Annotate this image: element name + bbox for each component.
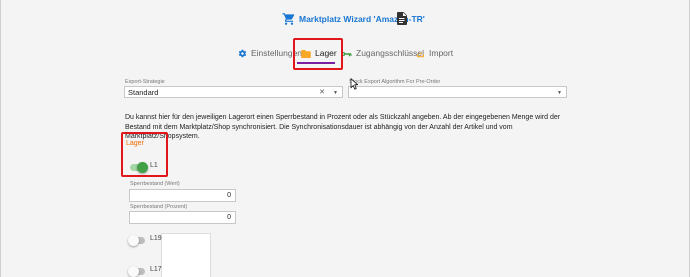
document-icon[interactable] (397, 12, 407, 25)
chevron-down-icon[interactable]: ▼ (557, 90, 562, 96)
location-label-l17: L17 (150, 266, 162, 273)
side-panel (161, 233, 211, 277)
tab-label: Import (429, 48, 454, 58)
location-label-l19: L19 (150, 235, 162, 242)
sperrbestand-prozent-label: Sperrbestand (Prozent) (130, 204, 188, 210)
toggle-knob (128, 266, 139, 277)
app-frame: Marktplatz Wizard 'Amazon-TR' Einstellun… (0, 0, 690, 277)
clear-icon[interactable]: ✕ (319, 88, 325, 96)
toggle-knob (128, 235, 139, 246)
header: Marktplatz Wizard 'Amazon-TR' (1, 10, 690, 30)
export-strategy-label: Export-Strategie (125, 79, 165, 85)
tab-zugangsschluessel[interactable]: Zugangsschlüssel (341, 48, 424, 58)
toggle-l17[interactable] (128, 266, 145, 277)
export-strategy-select[interactable]: Standard ✕ ▼ (124, 86, 343, 98)
sperrbestand-prozent-value: 0 (227, 214, 231, 221)
sperrbestand-prozent-input[interactable]: 0 (129, 211, 236, 224)
stock-algorithm-select[interactable]: ▼ (348, 86, 567, 98)
toggle-l19[interactable] (128, 235, 145, 246)
chevron-down-icon[interactable]: ▼ (333, 90, 338, 96)
sperrbestand-wert-label: Sperrbestand (Wert) (130, 181, 180, 187)
tab-label: Zugangsschlüssel (356, 48, 425, 58)
description-text: Du kannst hier für den jeweiligen Lagero… (125, 114, 561, 140)
import-icon (417, 50, 424, 58)
tab-import[interactable]: Import (416, 48, 453, 58)
tab-bar: Einstellungen Lager Zugangsschlüssel Imp… (1, 42, 690, 68)
mouse-cursor-icon (350, 78, 358, 90)
sperrbestand-wert-input[interactable]: 0 (129, 189, 236, 202)
highlight-box-tab (293, 38, 343, 70)
highlight-box-lager (121, 132, 168, 177)
cart-icon (282, 13, 295, 25)
export-strategy-value: Standard (128, 88, 159, 97)
sperrbestand-wert-value: 0 (227, 192, 231, 199)
stock-algorithm-label: Stock Export Algorithm For Pre-Order (349, 79, 441, 85)
gear-icon (238, 50, 247, 58)
